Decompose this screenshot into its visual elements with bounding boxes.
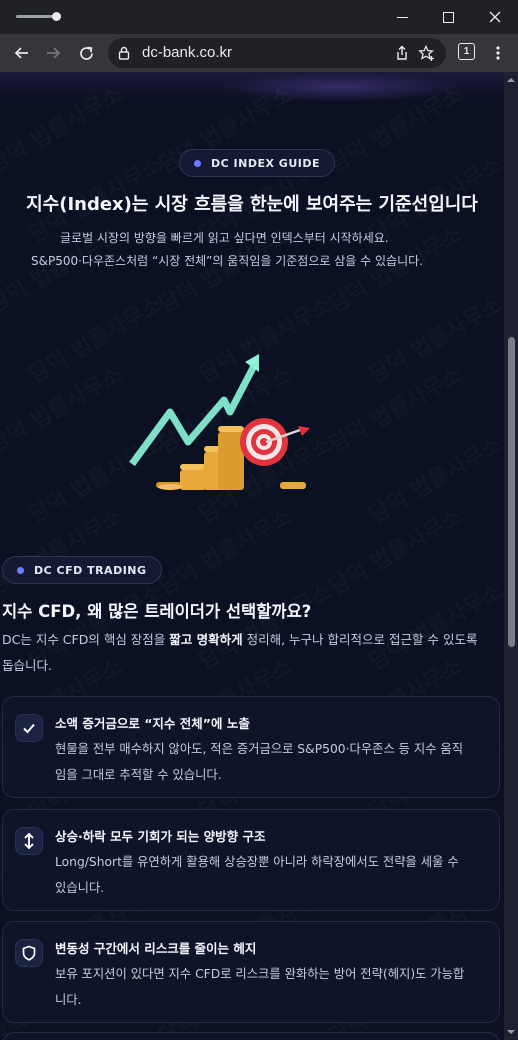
share-button[interactable] (390, 41, 414, 65)
card-title: 상승·하락 모두 기회가 되는 양방향 구조 (55, 829, 266, 844)
site-info-icon[interactable] (116, 45, 132, 61)
card-description: 보유 포지션이 있다면 지수 CFD로 리스크를 완화하는 방어 전략(헤지)도… (55, 967, 465, 1007)
cfd-trading-badge: DC CFD TRADING (2, 556, 162, 584)
badge-dot (17, 566, 24, 574)
hero-title: 지수(Index)는 시장 흐름을 한눈에 보여주는 기준선입니다 (26, 194, 478, 215)
shield-icon (15, 939, 43, 967)
cfd-trading-section: 담덕 법률사무소담덕 법률사무소담덕 법률사무소담덕 법률사무소담덕 법률사무소… (0, 524, 504, 1040)
feature-card-two-way: 상승·하락 모두 기회가 되는 양방향 구조 Long/Short를 유연하게 … (2, 809, 500, 911)
scroll-up-icon[interactable] (507, 76, 515, 84)
check-icon (15, 714, 43, 742)
arrow-left-icon (14, 47, 28, 59)
url-text: dc-bank.co.kr (142, 44, 233, 61)
feature-card-leverage: 소액 증거금으로 “지수 전체”에 노출 현물을 전부 매수하지 않아도, 적은… (2, 696, 500, 798)
cfd-section-title: 지수 CFD, 왜 많은 트레이더가 선택할까요? (2, 602, 312, 621)
forward-button[interactable] (41, 41, 65, 65)
bookmark-button[interactable] (414, 41, 438, 65)
reload-icon (79, 46, 93, 60)
up-down-arrows-icon (15, 827, 43, 855)
share-icon (397, 45, 407, 60)
star-plus-icon (417, 44, 434, 61)
hero-subtitle-line2: S&P500·다우존스처럼 “시장 전체”의 움직임을 기준점으로 삼을 수 있… (31, 254, 423, 268)
feature-card-partial (2, 1032, 500, 1040)
hero-subtitle-line1: 글로벌 시장의 방향을 빠르게 읽고 싶다면 인덱스부터 시작하세요. (60, 231, 389, 245)
badge-label: DC CFD TRADING (34, 563, 147, 577)
feature-card-hedge: 변동성 구간에서 리스크를 줄이는 헤지 보유 포지션이 있다면 지수 CFD로… (2, 921, 500, 1023)
back-button[interactable] (10, 41, 34, 65)
growth-chart-illustration (129, 354, 310, 490)
close-button[interactable] (484, 6, 506, 28)
page-scrollbar[interactable] (504, 72, 518, 1040)
minimize-icon (396, 16, 408, 18)
browser-toolbar: dc-bank.co.kr 1 (0, 34, 518, 72)
card-description: Long/Short를 유연하게 활용해 상승장뿐 아니라 하락장에서도 전략을… (55, 855, 459, 895)
cfd-section-description: DC는 지수 CFD의 핵심 장점을 짧고 명확하게 정리해, 누구나 합리적으… (2, 632, 478, 673)
card-title: 변동성 구간에서 리스크를 줄이는 헤지 (55, 941, 257, 956)
tab-count-button[interactable]: 1 (458, 43, 475, 60)
target-board (240, 418, 310, 466)
arrow-right-icon (47, 47, 61, 59)
scrollbar-thumb[interactable] (508, 337, 515, 647)
index-guide-section: 담덕 법률사무소담덕 법률사무소담덕 법률사무소담덕 법률사무소담덕 법률사무소… (0, 102, 504, 524)
card-title: 소액 증거금으로 “지수 전체”에 노출 (55, 716, 250, 731)
page-viewport: 담덕 법률사무소담덕 법률사무소담덕 법률사무소담덕 법률사무소담덕 법률사무소… (0, 72, 518, 1040)
minimize-button[interactable] (391, 6, 413, 28)
badge-label: DC INDEX GUIDE (211, 156, 320, 170)
badge-dot (194, 159, 201, 167)
maximize-button[interactable] (437, 6, 459, 28)
menu-button[interactable] (486, 41, 510, 65)
close-icon (489, 11, 501, 23)
more-vert-icon (496, 46, 500, 60)
card-description: 현물을 전부 매수하지 않아도, 적은 증거금으로 S&P500·다우존스 등 … (55, 742, 464, 782)
browser-window: dc-bank.co.kr 1 담덕 법률사무소담덕 법률사무소담덕 법률사무소… (0, 0, 518, 1040)
maximize-icon (442, 11, 454, 23)
index-guide-badge: DC INDEX GUIDE (179, 149, 335, 177)
reload-button[interactable] (74, 41, 98, 65)
zoom-slider-knob[interactable] (52, 12, 61, 21)
scroll-down-icon[interactable] (507, 1028, 515, 1036)
title-bar (0, 0, 518, 34)
